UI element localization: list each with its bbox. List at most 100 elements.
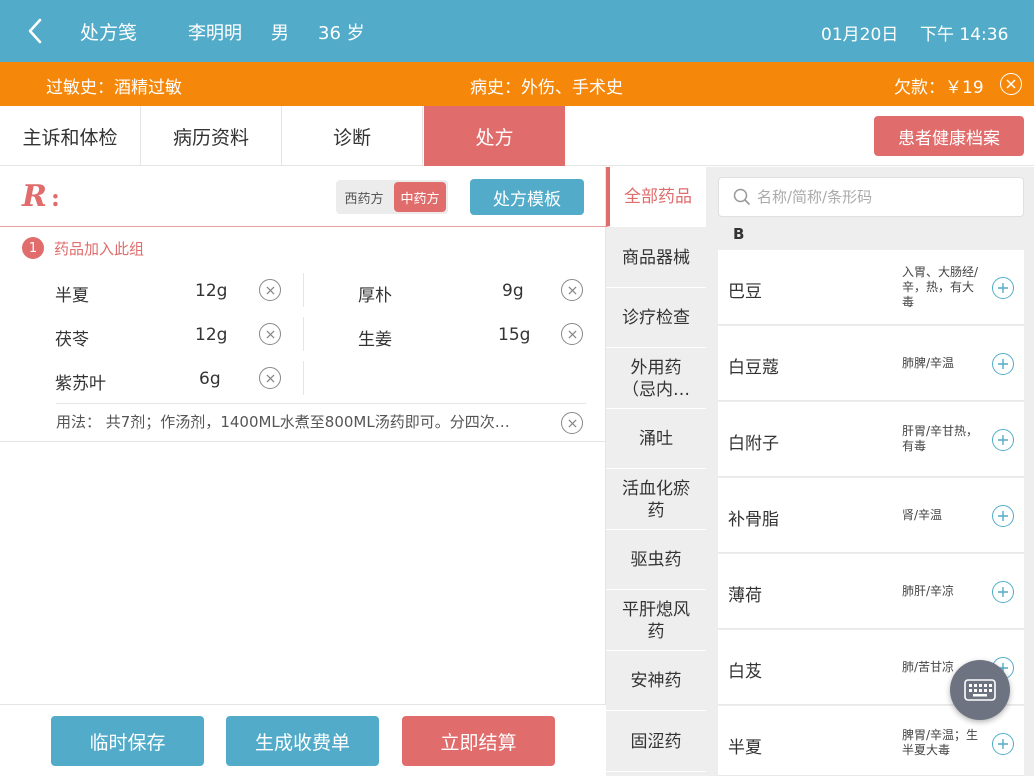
plus-icon <box>998 511 1008 521</box>
rx-toolbar: R: 西药方 中药方 处方模板 <box>0 167 606 227</box>
add-drug-button[interactable] <box>992 581 1014 603</box>
drug-item[interactable]: 白附子 肝胃/辛甘热，有毒 <box>718 402 1024 477</box>
remove-herb-button[interactable] <box>259 279 281 301</box>
herb-name: 半夏 <box>55 286 89 306</box>
drug-name: 白芨 <box>728 662 762 682</box>
index-letter: B <box>733 225 745 243</box>
drug-name: 白豆蔻 <box>728 358 779 378</box>
add-drug-button[interactable] <box>992 353 1014 375</box>
patient-age: 36 岁 <box>318 23 365 44</box>
patient-gender: 男 <box>271 23 289 44</box>
remove-herb-button[interactable] <box>561 323 583 345</box>
tab-diagnosis[interactable]: 诊断 <box>282 106 423 166</box>
close-icon <box>265 329 275 339</box>
drug-name: 薄荷 <box>728 586 762 606</box>
medicine-group-header[interactable]: 1 药品加入此组 <box>22 237 144 259</box>
herb-name: 紫苏叶 <box>55 374 106 394</box>
drug-name: 半夏 <box>728 738 762 758</box>
medical-history: 病史：外伤、手术史 <box>470 78 623 98</box>
plus-icon <box>998 435 1008 445</box>
patient-name: 李明明 <box>188 23 242 44</box>
usage-text: 用法： 共7剂；作汤剂，1400ML水煮至800ML汤药即可。分四次… <box>56 413 510 431</box>
tab-complaint-exam[interactable]: 主诉和体检 <box>0 106 141 166</box>
remove-herb-button[interactable] <box>561 279 583 301</box>
herb-item: 紫苏叶 6g <box>55 359 285 399</box>
page-title: 处方笺 <box>80 22 138 44</box>
add-drug-button[interactable] <box>992 733 1014 755</box>
plus-icon <box>998 587 1008 597</box>
drug-name: 巴豆 <box>728 282 762 302</box>
add-drug-button[interactable] <box>992 505 1014 527</box>
category-goods-devices[interactable]: 商品器械 <box>606 228 706 288</box>
header-date: 01月20日 <box>821 25 899 45</box>
allergy-history: 过敏史：酒精过敏 <box>46 78 182 98</box>
category-anthelmintic[interactable]: 驱虫药 <box>606 530 706 590</box>
header-time: 下午 14:36 <box>920 25 1009 45</box>
drug-property: 入胃、大肠经/辛，热，有大毒 <box>902 265 979 309</box>
drug-item[interactable]: 补骨脂 肾/辛温 <box>718 478 1024 553</box>
drug-property: 肺肝/辛凉 <box>902 584 955 598</box>
herb-item: 茯苓 12g <box>55 315 285 355</box>
herb-item: 半夏 12g <box>55 271 285 311</box>
drug-property: 肾/辛温 <box>902 508 943 522</box>
close-icon <box>567 285 577 295</box>
category-exam[interactable]: 诊疗检查 <box>606 288 706 348</box>
category-liver-calming[interactable]: 平肝熄风药 <box>606 591 706 651</box>
column-divider <box>303 361 304 395</box>
plus-icon <box>998 739 1008 749</box>
category-astringent[interactable]: 固涩药 <box>606 712 706 772</box>
drug-item[interactable]: 白豆蔻 肺脾/辛温 <box>718 326 1024 401</box>
close-icon <box>265 373 275 383</box>
herb-quantity: 15g <box>498 325 531 345</box>
usage-instructions[interactable]: 用法： 共7剂；作汤剂，1400ML水煮至800ML汤药即可。分四次… <box>56 403 586 439</box>
column-divider <box>303 317 304 351</box>
chinese-medicine-option[interactable]: 中药方 <box>394 182 446 212</box>
keyboard-toggle-button[interactable] <box>950 660 1010 720</box>
group-add-label: 药品加入此组 <box>54 239 145 258</box>
remove-herb-button[interactable] <box>259 367 281 389</box>
category-external-use[interactable]: 外用药（忌内… <box>606 349 706 409</box>
category-all-drugs[interactable]: 全部药品 <box>606 167 706 227</box>
add-drug-button[interactable] <box>992 429 1014 451</box>
remove-usage-button[interactable] <box>561 412 583 434</box>
generate-bill-button[interactable]: 生成收费单 <box>226 716 379 766</box>
remove-herb-button[interactable] <box>259 323 281 345</box>
tab-medical-records[interactable]: 病历资料 <box>141 106 282 166</box>
debt-amount: 欠款：￥19 <box>894 78 984 98</box>
drug-property: 脾胃/辛温；生半夏大毒 <box>902 728 979 757</box>
drug-search-box[interactable] <box>718 177 1024 217</box>
herb-name: 生姜 <box>358 330 392 350</box>
patient-health-record-button[interactable]: 患者健康档案 <box>874 116 1024 156</box>
herb-name: 厚朴 <box>358 286 392 306</box>
settle-now-button[interactable]: 立即结算 <box>402 716 555 766</box>
drug-name: 补骨脂 <box>728 510 779 530</box>
herb-quantity: 12g <box>195 281 228 301</box>
herb-name: 茯苓 <box>55 330 89 350</box>
plus-icon <box>998 283 1008 293</box>
western-medicine-option[interactable]: 西药方 <box>338 182 390 212</box>
close-icon <box>265 285 275 295</box>
keyboard-icon <box>964 679 996 701</box>
chevron-left-icon <box>28 18 42 44</box>
back-button[interactable] <box>20 14 50 48</box>
prescription-type-toggle: 西药方 中药方 <box>336 180 448 214</box>
add-drug-button[interactable] <box>992 277 1014 299</box>
close-icon <box>567 418 577 428</box>
temporary-save-button[interactable]: 临时保存 <box>51 716 204 766</box>
herb-quantity: 9g <box>502 281 524 301</box>
patient-info-bar: 过敏史：酒精过敏 病史：外伤、手术史 欠款：￥19 <box>0 62 1034 106</box>
drug-search-input[interactable] <box>757 188 1017 206</box>
drug-item[interactable]: 薄荷 肺肝/辛凉 <box>718 554 1024 629</box>
plus-icon <box>998 359 1008 369</box>
prescription-template-button[interactable]: 处方模板 <box>470 179 584 215</box>
drug-item[interactable]: 巴豆 入胃、大肠经/辛，热，有大毒 <box>718 250 1024 325</box>
herb-item: 厚朴 9g <box>358 271 588 311</box>
category-sedative[interactable]: 安神药 <box>606 651 706 711</box>
tab-prescription[interactable]: 处方 <box>424 106 565 166</box>
category-blood-activating[interactable]: 活血化瘀药 <box>606 470 706 530</box>
drug-name: 白附子 <box>728 434 779 454</box>
category-emetic[interactable]: 涌吐 <box>606 409 706 469</box>
close-infobar-button[interactable] <box>1000 73 1022 95</box>
prescription-panel: R: 西药方 中药方 处方模板 1 药品加入此组 半夏 12g 厚朴 9g 茯苓… <box>0 167 606 776</box>
bottom-action-bar: 临时保存 生成收费单 立即结算 <box>0 704 606 776</box>
